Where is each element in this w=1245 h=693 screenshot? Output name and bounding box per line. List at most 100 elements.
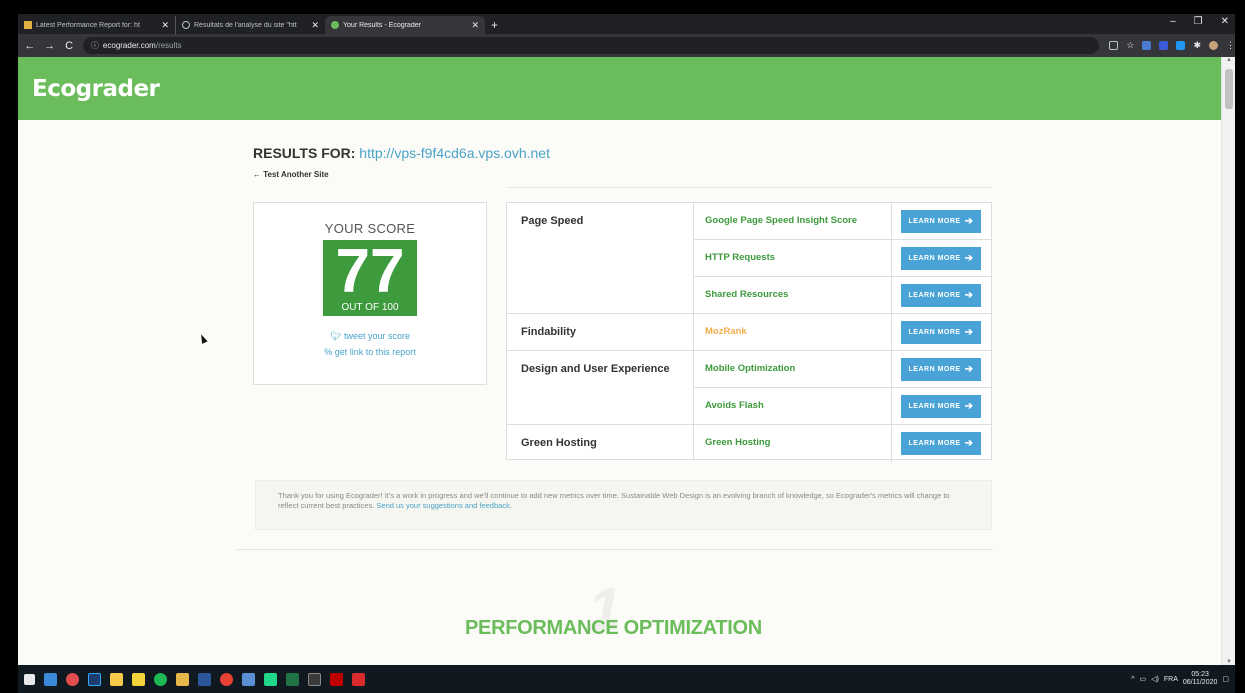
learn-more-button[interactable]: LEARN MORE ➔: [901, 247, 981, 270]
navigation-bar: ← → C ⓘ ecograder.com/results ☆ ✱ ⋮: [18, 34, 1235, 57]
close-icon[interactable]: ✕: [311, 20, 319, 31]
score-label: YOUR SCORE: [324, 221, 416, 236]
learn-more-label: LEARN MORE: [908, 292, 961, 299]
language-indicator[interactable]: FRA: [1164, 676, 1178, 683]
learn-more-label: LEARN MORE: [908, 255, 961, 262]
extension-icon[interactable]: [1142, 41, 1152, 50]
close-icon[interactable]: ✕: [471, 20, 479, 31]
metric-row: Mobile Optimization LEARN MORE ➔: [694, 351, 991, 388]
learn-more-label: LEARN MORE: [908, 329, 961, 336]
network-icon[interactable]: ▭: [1140, 675, 1147, 683]
category-design-ux: Design and User Experience: [507, 351, 694, 425]
results-heading: RESULTS FOR: http://vps-f9f4cd6a.vps.ovh…: [253, 145, 550, 161]
app-icon[interactable]: [242, 672, 255, 686]
avatar[interactable]: [1209, 41, 1219, 50]
menu-icon[interactable]: ⋮: [1226, 40, 1235, 51]
file-explorer-icon[interactable]: [176, 672, 189, 686]
spotify-icon[interactable]: [154, 672, 167, 686]
arrow-right-icon: ➔: [964, 438, 974, 449]
info-icon[interactable]: ⓘ: [91, 40, 99, 51]
restore-icon[interactable]: ❐: [1194, 16, 1203, 27]
close-icon[interactable]: ✕: [161, 20, 169, 31]
learn-more-button[interactable]: LEARN MORE ➔: [901, 210, 981, 233]
arrow-right-icon: ➔: [964, 364, 974, 375]
app-icon[interactable]: [308, 672, 321, 686]
reader-mode-icon[interactable]: [1109, 41, 1119, 50]
mail-icon[interactable]: [44, 672, 57, 686]
twitter-icon: 🐦︎: [330, 331, 342, 341]
volume-icon[interactable]: ◁): [1151, 675, 1159, 683]
notifications-icon[interactable]: ▢: [1222, 675, 1229, 683]
test-another-site-link[interactable]: ← Test Another Site: [253, 170, 329, 179]
category-green-hosting: Green Hosting: [507, 425, 694, 459]
learn-more-button[interactable]: LEARN MORE ➔: [901, 284, 981, 307]
forward-icon[interactable]: →: [42, 40, 58, 52]
metric-name: Avoids Flash: [705, 400, 764, 411]
address-bar[interactable]: ⓘ ecograder.com/results: [82, 37, 1100, 54]
bookmark-star-icon[interactable]: ☆: [1126, 40, 1134, 51]
word-icon[interactable]: [198, 672, 211, 686]
excel-icon[interactable]: [286, 672, 299, 686]
plus-icon[interactable]: +: [491, 16, 498, 34]
learn-more-button[interactable]: LEARN MORE ➔: [901, 395, 981, 418]
category-page-speed: Page Speed: [507, 203, 694, 314]
webstorm-icon[interactable]: [264, 672, 277, 686]
extension-icon[interactable]: [1159, 41, 1169, 50]
chevron-up-icon[interactable]: ^: [1131, 676, 1134, 683]
app-icon[interactable]: [66, 672, 79, 686]
category-findability: Findability: [507, 314, 694, 351]
windows-start-icon[interactable]: [24, 673, 35, 685]
get-link-link[interactable]: % get link to this report: [254, 344, 486, 360]
notes-icon[interactable]: [132, 672, 145, 686]
metric-row: HTTP Requests LEARN MORE ➔: [694, 240, 991, 277]
learn-more-label: LEARN MORE: [908, 366, 961, 373]
arrow-right-icon: ➔: [964, 216, 974, 227]
divider: [236, 549, 993, 550]
results-url[interactable]: http://vps-f9f4cd6a.vps.ovh.net: [359, 145, 550, 161]
metric-name: Green Hosting: [705, 437, 771, 448]
globe-icon: [182, 21, 190, 29]
chrome-icon[interactable]: [220, 672, 233, 686]
logo[interactable]: Ecograder: [32, 76, 160, 102]
clock-time: 05:23: [1191, 671, 1209, 678]
scrollbar[interactable]: ▲ ▼: [1221, 57, 1235, 665]
tab-title: Latest Performance Report for: ht: [36, 21, 140, 29]
divider: [507, 187, 992, 188]
feedback-link[interactable]: Send us your suggestions and feedback.: [376, 501, 512, 510]
site-header: Ecograder: [18, 57, 1221, 120]
filezilla-icon[interactable]: [330, 672, 343, 686]
photoshop-icon[interactable]: [88, 672, 101, 686]
taskbar: ^ ▭ ◁) FRA 05:23 06/11/2020 ▢: [18, 665, 1235, 693]
tweet-score-link[interactable]: 🐦︎ tweet your score: [254, 328, 486, 344]
acrobat-icon[interactable]: [352, 672, 365, 686]
tab-your-results[interactable]: Your Results - Ecograder ✕: [325, 16, 485, 34]
reload-icon[interactable]: C: [61, 40, 77, 52]
tab-performance-report[interactable]: Latest Performance Report for: ht ✕: [18, 16, 175, 34]
system-tray: ^ ▭ ◁) FRA 05:23 06/11/2020 ▢: [1131, 671, 1229, 687]
arrow-right-icon: ➔: [964, 290, 974, 301]
back-icon[interactable]: ←: [22, 40, 38, 52]
metric-name: Mobile Optimization: [705, 363, 796, 374]
scroll-up-icon[interactable]: ▲: [1222, 57, 1236, 63]
learn-more-button[interactable]: LEARN MORE ➔: [901, 321, 981, 344]
tab-analyse-du-site[interactable]: Résultats de l'analyse du site "htt ✕: [175, 16, 325, 34]
learn-more-label: LEARN MORE: [908, 218, 961, 225]
scrollbar-thumb[interactable]: [1225, 69, 1233, 109]
url-path: /results: [155, 41, 182, 50]
learn-more-button[interactable]: LEARN MORE ➔: [901, 358, 981, 381]
clock[interactable]: 05:23 06/11/2020: [1183, 671, 1218, 687]
minimize-icon[interactable]: –: [1170, 16, 1176, 27]
metric-name: HTTP Requests: [705, 252, 776, 263]
sticky-notes-icon[interactable]: [110, 672, 123, 686]
close-window-icon[interactable]: ✕: [1221, 16, 1229, 27]
section-title: PERFORMANCE OPTIMIZATION: [465, 617, 762, 639]
extension-icon[interactable]: [1176, 41, 1186, 50]
share-links: 🐦︎ tweet your score % get link to this r…: [254, 328, 486, 360]
learn-more-button[interactable]: LEARN MORE ➔: [901, 432, 981, 455]
puzzle-icon[interactable]: ✱: [1193, 40, 1201, 51]
tweet-label: tweet your score: [343, 331, 410, 341]
metric-row: Shared Resources LEARN MORE ➔: [694, 277, 991, 314]
learn-more-label: LEARN MORE: [908, 440, 961, 447]
metrics-table: Page Speed Findability Design and User E…: [506, 202, 992, 462]
window-controls: – ❐ ✕: [1170, 16, 1229, 27]
